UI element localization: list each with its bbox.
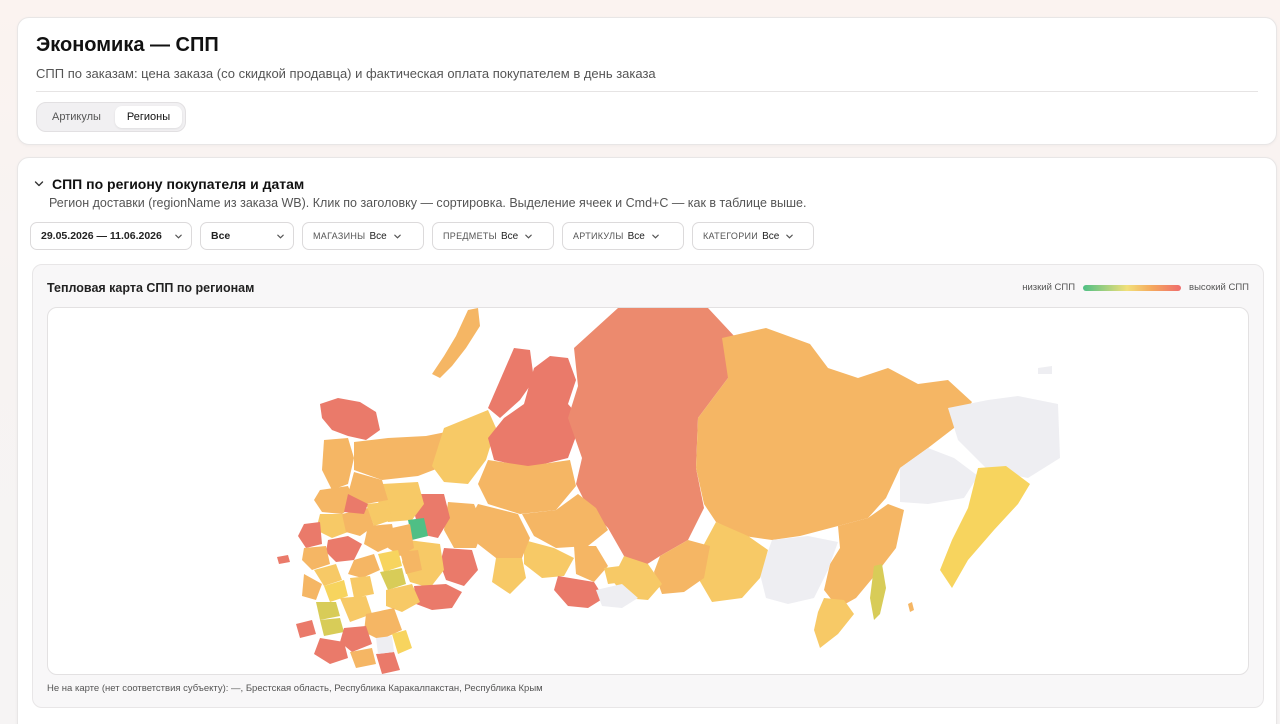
articles-filter[interactable]: АРТИКУЛЫ Все [562,222,684,250]
russia-map-svg[interactable] [48,308,1249,675]
page-title: Экономика — СПП [36,34,219,56]
region-primorye[interactable] [814,598,854,648]
status-value: Все [211,230,231,242]
region-chukotka[interactable] [948,396,1060,478]
region-kuril[interactable] [908,602,914,612]
chevron-down-icon [652,234,659,239]
categories-filter[interactable]: КАТЕГОРИИ Все [692,222,814,250]
subjects-filter-label: ПРЕДМЕТЫ [443,231,497,241]
region-sevastopol[interactable] [296,620,316,638]
region-omsk[interactable] [492,558,526,594]
status-select[interactable]: Все [200,222,294,250]
region-orenburg[interactable] [414,584,462,610]
region-kursk[interactable] [316,602,340,620]
legend-gradient [1083,284,1182,291]
region-kalmykia[interactable] [376,636,394,654]
date-range-select[interactable]: 29.05.2026 — 11.06.2026 [30,222,192,250]
chevron-down-icon[interactable] [34,179,44,189]
russia-map[interactable] [47,307,1249,675]
legend-high-label: высокий СПП [1189,282,1249,293]
page-subtitle: СПП по заказам: цена заказа (со скидкой … [36,66,656,81]
region-kaliningrad[interactable] [277,555,290,564]
map-footnote: Не на карте (нет соответствия субъекту):… [47,683,543,694]
region-yakutia[interactable] [696,328,972,540]
region-belgorod[interactable] [320,618,344,636]
shops-filter-value: Все [369,230,387,242]
region-amur[interactable] [760,536,838,604]
region-samara[interactable] [400,550,422,574]
region-murmansk[interactable] [320,398,380,440]
shops-filter-label: МАГАЗИНЫ [313,231,366,241]
region-spp-section: СПП по региону покупателя и датам Регион… [17,157,1277,724]
articles-filter-value: Все [627,230,645,242]
categories-filter-value: Все [762,230,780,242]
section-header[interactable]: СПП по региону покупателя и датам [34,176,304,192]
region-astrakhan[interactable] [392,630,412,654]
chevron-down-icon [277,234,284,239]
chevron-down-icon [525,234,532,239]
region-altai[interactable] [554,576,604,608]
heatmap-title: Тепловая карта СПП по регионам [47,281,255,295]
region-tambov[interactable] [350,576,374,598]
shops-filter[interactable]: МАГАЗИНЫ Все [302,222,424,250]
region-karelia[interactable] [322,438,354,490]
region-krasnodar[interactable] [314,638,348,664]
subjects-filter[interactable]: ПРЕДМЕТЫ Все [432,222,554,250]
region-moscow[interactable] [326,536,362,562]
region-kemerovo[interactable] [574,546,608,582]
region-dagestan[interactable] [376,652,400,674]
region-smolensk[interactable] [302,546,330,570]
region-khmao[interactable] [478,460,576,514]
heatmap-panel: Тепловая карта СПП по регионам низкий СП… [32,264,1264,708]
articles-filter-label: АРТИКУЛЫ [573,231,624,241]
region-novaya-zemlya[interactable] [432,308,480,378]
region-pskov[interactable] [298,522,322,548]
subjects-filter-value: Все [500,230,519,242]
section-title: СПП по региону покупателя и датам [52,176,305,192]
chevron-down-icon [786,234,794,239]
region-chelyabinsk[interactable] [440,548,478,586]
legend-low-label: низкий СПП [1022,282,1076,293]
chevron-down-icon [175,234,182,239]
chevron-down-icon [393,234,401,239]
tab-articles[interactable]: Артикулы [40,106,113,128]
filters-bar: 29.05.2026 — 11.06.2026 Все МАГАЗИНЫ Все… [30,222,814,250]
header-divider [36,91,1258,92]
categories-filter-label: КАТЕГОРИИ [703,231,759,241]
heatmap-legend: низкий СПП высокий СПП [1022,282,1249,293]
date-range-value: 29.05.2026 — 11.06.2026 [41,230,162,242]
region-wrangel[interactable] [1038,366,1052,374]
tab-regions[interactable]: Регионы [114,106,183,128]
section-subtitle: Регион доставки (regionName из заказа WB… [49,196,807,210]
view-switcher: Артикулы Регионы [36,102,187,132]
header-card: Экономика — СПП СПП по заказам: цена зак… [17,17,1277,145]
